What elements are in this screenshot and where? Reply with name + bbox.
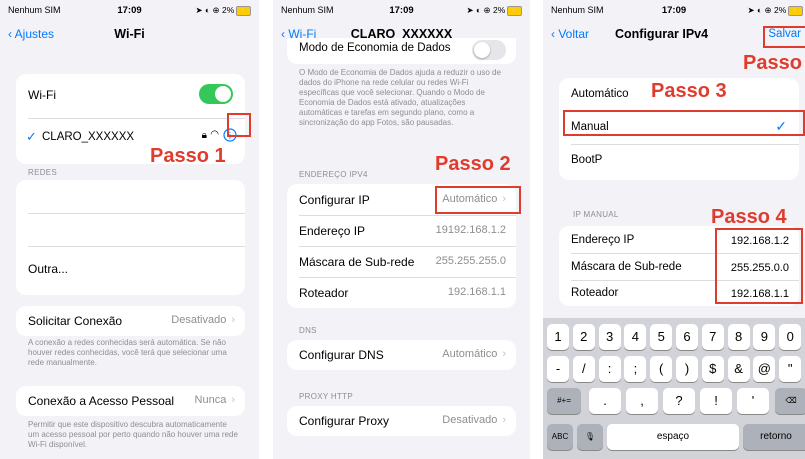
key[interactable]: : — [598, 356, 621, 382]
status-icons: ➤ ◐ ⊕ 2% ⚡ — [467, 5, 522, 16]
callout-info — [227, 113, 251, 137]
key[interactable]: ) — [676, 356, 698, 382]
lock-icon: 🔒︎ — [201, 130, 207, 141]
key[interactable]: ' — [737, 388, 769, 414]
step-label: Passo 1 — [150, 145, 226, 167]
numeric-keyboard: 1234567890 - /:;() $ & @ " #+= .,?! ' ⌫ ABC 🎙︎… — [543, 318, 805, 459]
key[interactable]: $ — [701, 356, 724, 382]
option-bootp[interactable]: BootP — [571, 154, 789, 166]
mask-value: 255.255.255.0 — [435, 255, 506, 267]
key[interactable]: ; — [624, 356, 647, 382]
key[interactable]: 5 — [650, 324, 673, 350]
section-header: DNS — [299, 326, 317, 335]
hotspot-row[interactable]: Conexão a Acesso Pessoal Nunca › — [16, 386, 245, 416]
key[interactable]: " — [779, 356, 802, 382]
key[interactable]: ? — [663, 388, 695, 414]
key[interactable]: 6 — [676, 324, 698, 350]
chevron-right-icon: › — [502, 348, 506, 360]
key-delete[interactable]: ⌫ — [775, 388, 805, 414]
callout-configure-ip — [435, 186, 521, 214]
microphone-icon: 🎙︎ — [584, 432, 596, 441]
delete-icon: ⌫ — [785, 396, 797, 405]
section-header: PROXY HTTP — [299, 392, 353, 401]
status-icons: ➤ ◐ ⊕ 2% ⚡ — [196, 5, 251, 16]
section-header: REDES — [28, 168, 58, 177]
callout-manual-fields — [715, 228, 803, 304]
router-value: 192.168.1.1 — [447, 286, 506, 298]
wifi-settings-screen: Nenhum SIM 17:09 ➤ ◐ ⊕ 2% ⚡ ‹ Ajustes Wi-… — [0, 0, 259, 459]
callout-save — [763, 26, 805, 48]
hotspot-value: Nunca › — [194, 394, 235, 406]
key[interactable]: 1 — [547, 324, 569, 350]
key-return[interactable]: retorno — [743, 424, 805, 450]
key[interactable]: , — [626, 388, 658, 414]
ip-value: 19192.168.1.2 — [435, 224, 506, 236]
divider — [299, 215, 516, 216]
key[interactable]: ! — [700, 388, 732, 414]
dns-value: Automático › — [442, 348, 506, 360]
key[interactable]: - — [547, 356, 569, 382]
key[interactable]: 7 — [701, 324, 724, 350]
chevron-right-icon: › — [231, 394, 235, 406]
key[interactable]: @ — [753, 356, 776, 382]
checkmark-icon: ✓ — [26, 129, 37, 144]
battery-icon: ⚡ — [788, 6, 803, 16]
section-header: ENDEREÇO IPV4 — [299, 170, 368, 179]
back-button[interactable]: ‹ Voltar — [551, 27, 589, 41]
status-icons: ➤ ◐ ⊕ 2% ⚡ — [748, 5, 803, 16]
proxy-row[interactable]: Configurar Proxy Desativado › — [287, 406, 516, 436]
divider — [28, 246, 245, 247]
step-label: Passo 2 — [435, 153, 511, 175]
ask-join-row[interactable]: Solicitar Conexão Desativado › — [16, 306, 245, 336]
key[interactable]: 8 — [727, 324, 750, 350]
key[interactable]: 9 — [753, 324, 776, 350]
other-network[interactable]: Outra... — [28, 262, 235, 276]
chevron-right-icon: › — [502, 414, 506, 426]
divider — [28, 213, 245, 214]
battery-icon: ⚡ — [507, 6, 522, 16]
key[interactable]: & — [727, 356, 750, 382]
key[interactable]: 4 — [624, 324, 647, 350]
divider — [28, 118, 245, 119]
battery-percent: 2% — [221, 5, 235, 15]
step-label: Passo 3 — [651, 80, 727, 102]
key-space[interactable]: espaço — [607, 424, 739, 450]
networks-group: Outra... — [16, 180, 245, 295]
network-details-screen: Nenhum SIM 17:09 ➤ ◐ ⊕ 2% ⚡ ‹ Wi-Fi CLARO… — [273, 0, 530, 459]
chevron-right-icon: › — [231, 314, 235, 326]
step-label: Passo 5 — [743, 52, 805, 74]
divider — [299, 277, 516, 278]
status-bar: Nenhum SIM 17:09 ➤ ◐ ⊕ 2% ⚡ — [273, 4, 530, 18]
key[interactable]: 0 — [779, 324, 802, 350]
key[interactable]: ( — [650, 356, 673, 382]
network-name[interactable]: CLARO_XXXXXX — [42, 131, 134, 143]
proxy-value: Desativado › — [442, 414, 506, 426]
ask-join-note: A conexão a redes conhecidas será automá… — [28, 338, 227, 367]
data-mode-note: O Modo de Economia de Dados ajuda a redu… — [299, 68, 501, 127]
hotspot-note: Permitir que este dispositivo descubra a… — [28, 420, 238, 449]
dns-row[interactable]: Configurar DNS Automático › — [287, 340, 516, 370]
section-header: IP MANUAL — [573, 210, 619, 219]
key[interactable]: / — [572, 356, 595, 382]
ask-join-value: Desativado › — [171, 314, 235, 326]
divider — [299, 246, 516, 247]
wifi-signal-icon: ◠ — [210, 129, 219, 140]
configure-ipv4-screen: Nenhum SIM 17:09 ➤ ◐ ⊕ 2% ⚡ ‹ Voltar Conf… — [543, 0, 805, 459]
key[interactable]: . — [589, 388, 621, 414]
status-bar: Nenhum SIM 17:09 ➤ ◐ ⊕ 2% ⚡ — [0, 4, 259, 18]
wifi-toggle[interactable] — [199, 84, 233, 104]
data-mode-row: Modo de Economia de Dados — [287, 38, 516, 64]
key-abc[interactable]: ABC — [547, 424, 573, 450]
key[interactable]: 2 — [572, 324, 595, 350]
data-mode-toggle[interactable] — [472, 40, 506, 60]
page-title: Wi-Fi — [114, 27, 145, 41]
key-mic[interactable]: 🎙︎ — [577, 424, 603, 450]
key[interactable]: 3 — [598, 324, 621, 350]
nav-bar: ‹ Ajustes Wi-Fi — [0, 24, 259, 46]
status-bar: Nenhum SIM 17:09 ➤ ◐ ⊕ 2% ⚡ — [543, 4, 805, 18]
key-symbols[interactable]: #+= — [547, 388, 581, 414]
battery-icon: ⚡ — [236, 6, 251, 16]
callout-manual — [563, 110, 805, 136]
divider — [571, 144, 799, 145]
